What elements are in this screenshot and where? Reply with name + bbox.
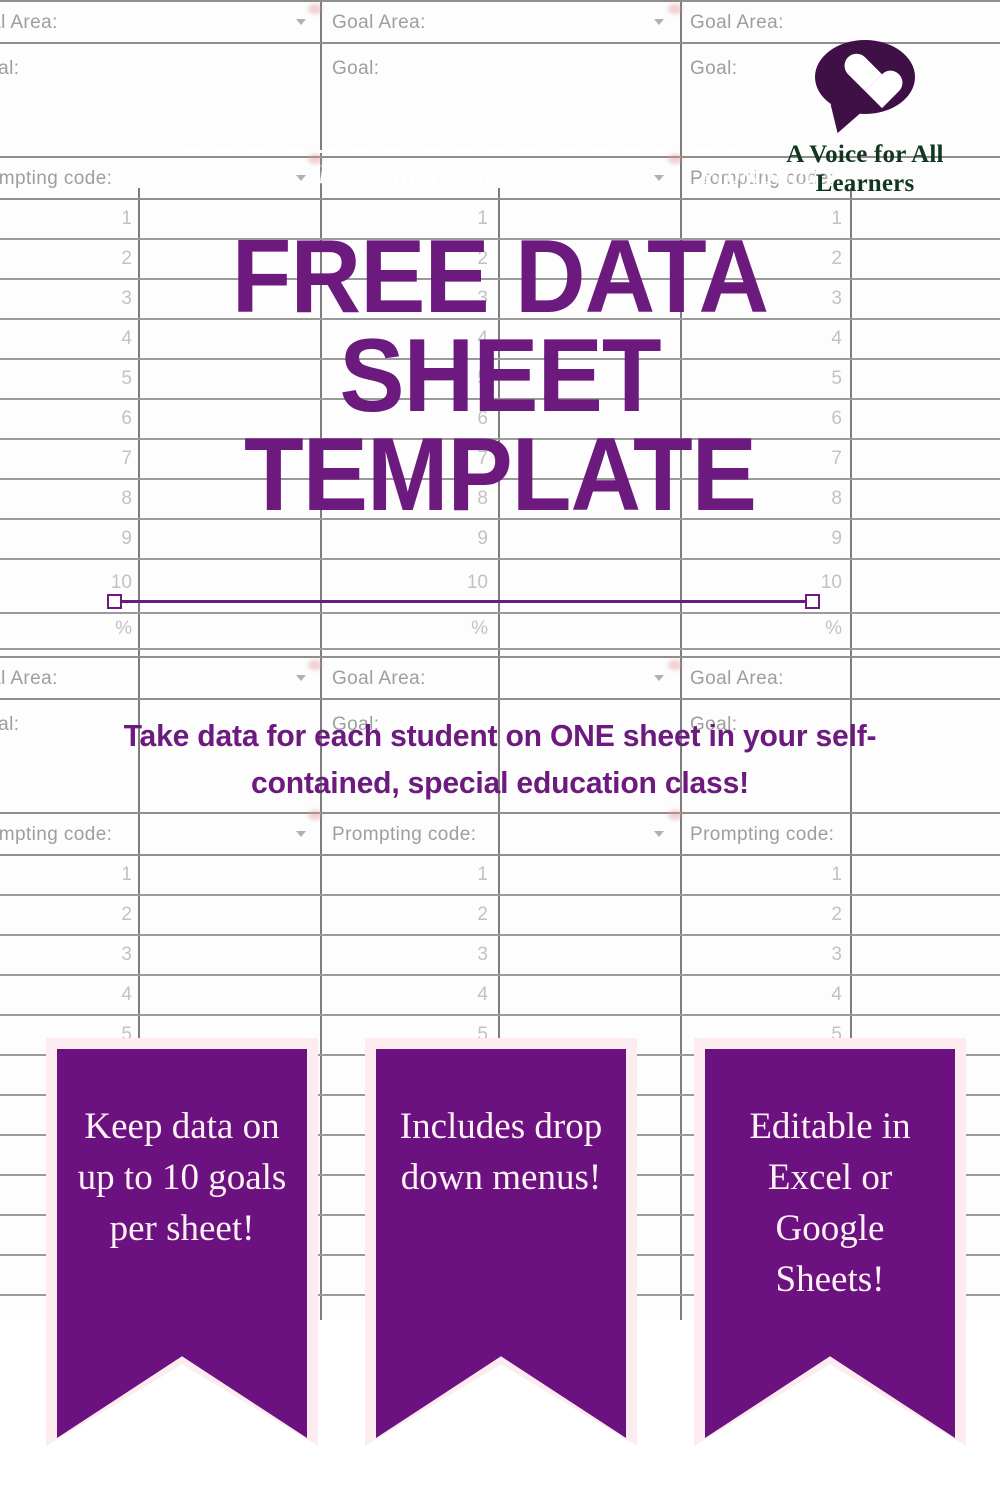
feature-banner-text: Keep data on up to 10 goals per sheet! <box>77 1106 287 1250</box>
row-number: 3 <box>121 944 132 965</box>
dropdown-caret-icon[interactable] <box>296 19 306 25</box>
dropdown-caret-icon[interactable] <box>296 675 306 681</box>
line-handle-left[interactable] <box>107 594 122 609</box>
percent-row-label: % <box>471 618 488 639</box>
subtitle-text: Take data for each student on ONE sheet … <box>123 718 877 801</box>
dropdown-caret-icon[interactable] <box>296 831 306 837</box>
page-title: FREE DATA SHEET TEMPLATE <box>30 219 970 533</box>
row-number: 1 <box>831 208 842 229</box>
row-number: 3 <box>477 944 488 965</box>
grid-row-divider <box>0 1014 1000 1016</box>
heart-icon <box>842 55 888 97</box>
pinterest-pin-graphic: Goal Area: Goal Area: Goal Area: Goal: G… <box>0 0 1000 1500</box>
row-number: 9 <box>831 528 842 549</box>
prompting-code-label: Prompting code: <box>332 824 477 845</box>
percent-row-label: % <box>115 618 132 639</box>
grid-row-divider <box>0 934 1000 936</box>
goal-area-label: Goal Area: <box>0 668 58 689</box>
logo-line-2: Learners <box>815 170 915 197</box>
goal-label: Goal: <box>0 58 20 79</box>
percent-row-label: % <box>825 618 842 639</box>
dropdown-caret-icon[interactable] <box>654 831 664 837</box>
row-number: 3 <box>831 944 842 965</box>
goal-label: Goal: <box>690 58 738 79</box>
brand-logo: A Voice for All Learners <box>740 40 990 198</box>
grid-row-divider <box>0 698 1000 700</box>
pink-speck <box>308 660 322 670</box>
feature-banner-group: Keep data on up to 10 goals per sheet! I… <box>0 1038 1000 1450</box>
pink-speck <box>308 154 322 164</box>
row-number: 10 <box>820 572 842 593</box>
row-number: 4 <box>831 984 842 1005</box>
dropdown-caret-icon[interactable] <box>654 19 664 25</box>
prompting-code-label: Prompting code: <box>0 824 113 845</box>
feature-banner-body: Editable in Excel or Google Sheets! <box>705 1049 955 1438</box>
feature-banner-text: Includes drop down menus! <box>399 1106 603 1199</box>
goal-area-label: Goal Area: <box>332 12 426 33</box>
grid-row-divider <box>0 558 1000 560</box>
dropdown-caret-icon[interactable] <box>654 175 664 181</box>
selected-line-shape[interactable] <box>118 600 814 603</box>
feature-banner-body: Keep data on up to 10 goals per sheet! <box>57 1049 307 1438</box>
row-number: 1 <box>477 864 488 885</box>
goal-area-label: Goal Area: <box>0 12 58 33</box>
grid-row-divider <box>0 894 1000 896</box>
title-line-1: FREE DATA <box>231 219 769 335</box>
pink-speck <box>668 660 682 670</box>
title-line-2: SHEET <box>339 317 661 434</box>
feature-banner: Keep data on up to 10 goals per sheet! <box>46 1038 318 1446</box>
row-number: 10 <box>110 572 132 593</box>
feature-banner-text: Editable in Excel or Google Sheets! <box>749 1106 911 1301</box>
grid-row-divider <box>0 812 1000 814</box>
feature-banner-body: Includes drop down menus! <box>376 1049 626 1438</box>
grid-row-divider <box>0 854 1000 856</box>
dropdown-caret-icon[interactable] <box>296 175 306 181</box>
goal-label: Goal: <box>332 58 380 79</box>
row-number: 2 <box>831 904 842 925</box>
grid-row-divider <box>0 974 1000 976</box>
row-number: 1 <box>121 864 132 885</box>
pink-speck <box>668 154 682 164</box>
pink-speck <box>308 810 322 820</box>
logo-line-1: A Voice for All <box>786 141 944 168</box>
grid-row-divider <box>0 612 1000 614</box>
pink-speck <box>668 810 682 820</box>
watermark-dash <box>180 150 740 153</box>
logo-text: A Voice for All Learners <box>740 140 990 198</box>
dropdown-caret-icon[interactable] <box>654 675 664 681</box>
row-number: 4 <box>121 984 132 1005</box>
goal-area-label: Goal Area: <box>690 12 784 33</box>
row-number: 9 <box>121 528 132 549</box>
title-line-3: TEMPLATE <box>243 416 757 533</box>
row-number: 4 <box>477 984 488 1005</box>
goal-area-label: Goal Area: <box>332 668 426 689</box>
pink-speck <box>308 4 322 14</box>
row-number: 2 <box>477 904 488 925</box>
line-handle-right[interactable] <box>805 594 820 609</box>
row-number: 1 <box>831 864 842 885</box>
goal-label: Goal: <box>0 714 20 735</box>
grid-row-divider <box>0 648 1000 650</box>
grid-row-divider <box>0 656 1000 658</box>
grid-row-divider <box>0 0 1000 2</box>
prompting-code-label: Prompting code: <box>0 168 113 189</box>
prompting-code-label: Prompting code: <box>690 824 835 845</box>
speech-bubble-heart-icon <box>815 40 915 114</box>
row-number: 10 <box>466 572 488 593</box>
feature-banner: Editable in Excel or Google Sheets! <box>694 1038 966 1446</box>
row-number: 2 <box>121 904 132 925</box>
goal-area-label: Goal Area: <box>690 668 784 689</box>
grid-row-divider <box>0 198 1000 200</box>
watermark-text: Prompting code: <box>318 160 508 189</box>
pink-speck <box>668 4 682 14</box>
row-number: 1 <box>121 208 132 229</box>
feature-banner: Includes drop down menus! <box>365 1038 637 1446</box>
